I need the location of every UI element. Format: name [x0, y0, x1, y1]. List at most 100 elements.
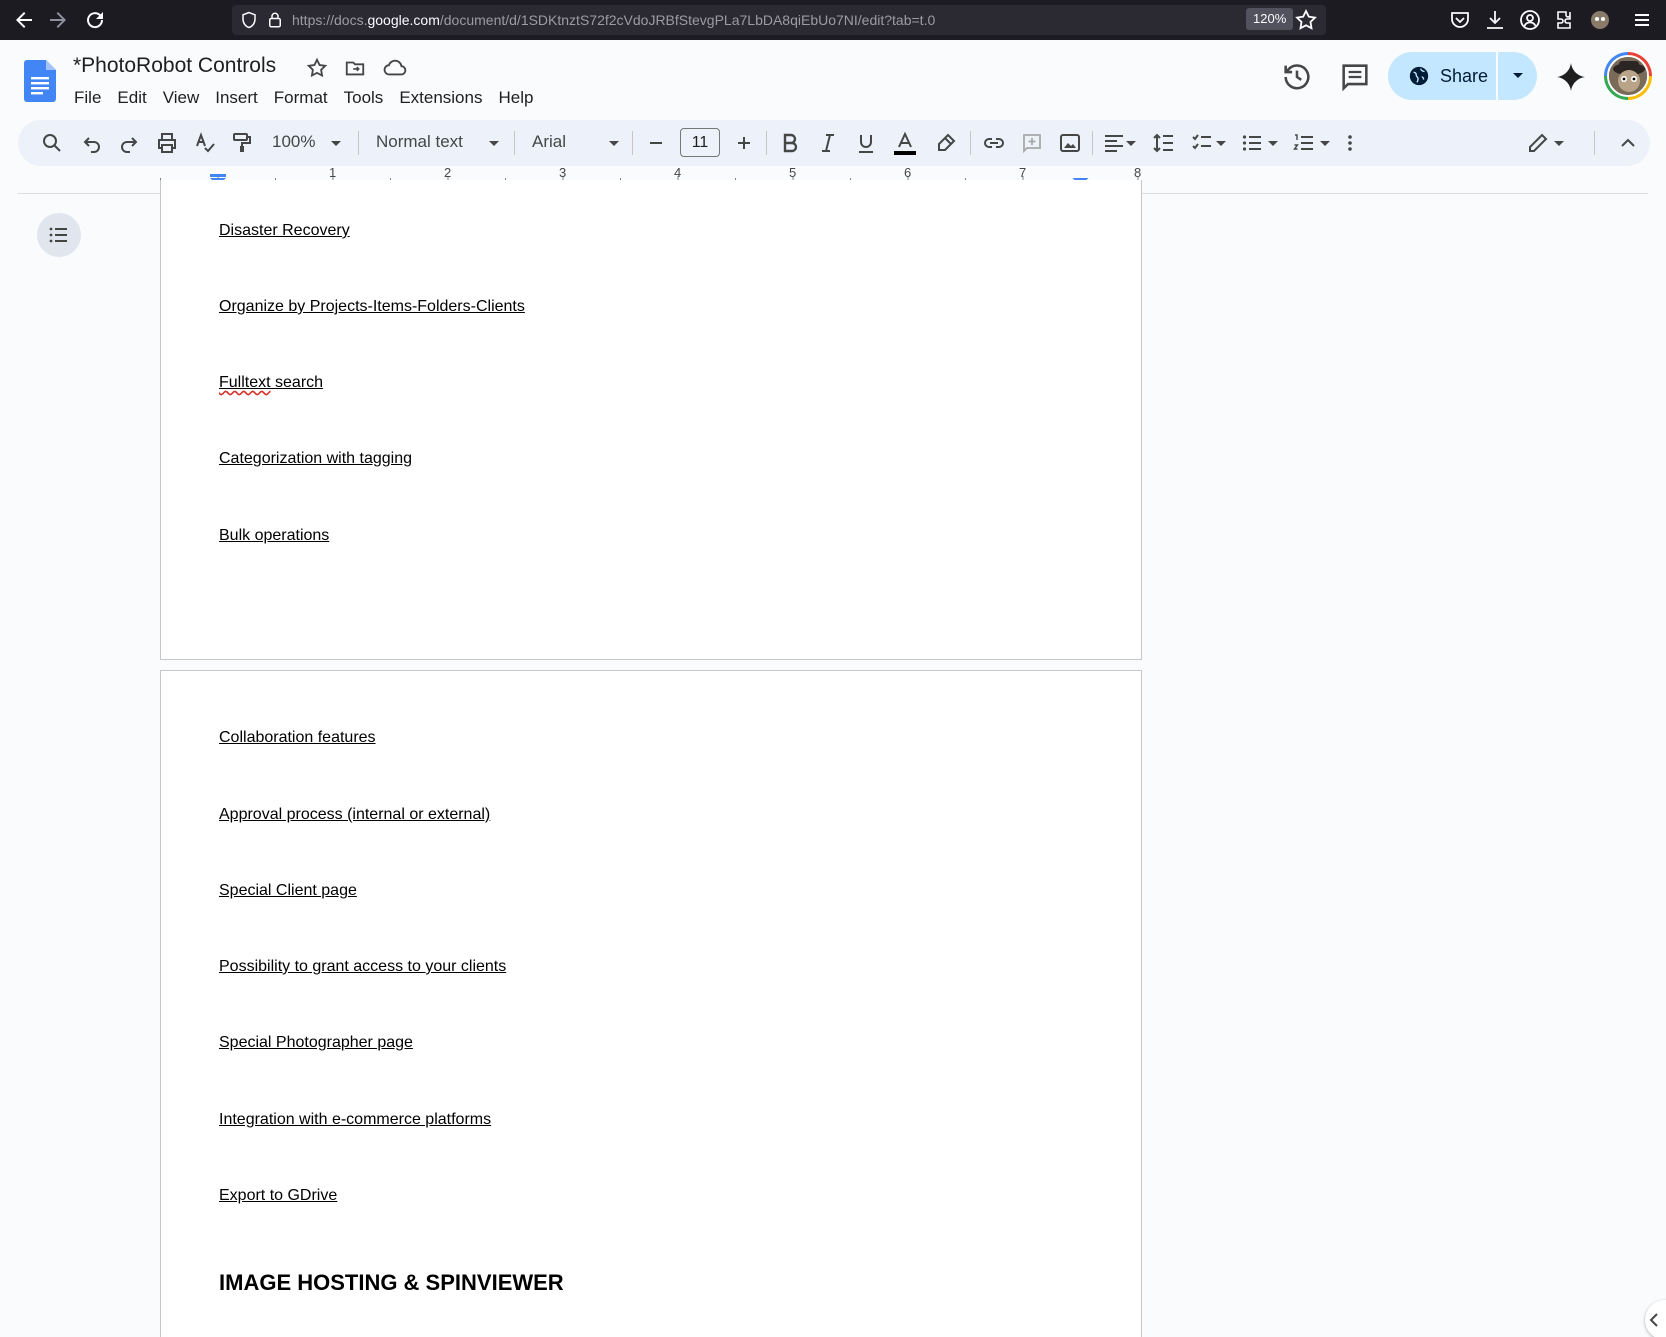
italic-icon[interactable]	[816, 131, 840, 155]
doc-line-organize[interactable]: Organize by Projects-Items-Folders-Clien…	[219, 298, 525, 316]
text-color-icon[interactable]	[892, 131, 918, 155]
highlight-color-icon[interactable]	[934, 131, 958, 155]
checklist-caret-icon[interactable]	[1214, 131, 1228, 155]
checklist-icon[interactable]	[1190, 131, 1214, 155]
shield-icon[interactable]	[240, 11, 258, 34]
insert-link-icon[interactable]	[982, 131, 1006, 155]
bulleted-list-icon[interactable]	[1240, 131, 1264, 155]
doc-line-bulk-operations[interactable]: Bulk operations	[219, 527, 329, 545]
toolbar-divider	[1092, 131, 1093, 155]
browser-toolbar: https://docs.google.com/document/d/1SDKt…	[0, 0, 1666, 40]
numbered-caret-icon[interactable]	[1318, 131, 1332, 155]
toolbar-divider	[514, 131, 515, 155]
share-button[interactable]: Share	[1388, 52, 1496, 100]
paragraph-style-select[interactable]: Normal text	[376, 132, 463, 152]
underline-icon[interactable]	[854, 131, 878, 155]
caret-down-icon	[1513, 73, 1523, 78]
back-icon[interactable]	[12, 8, 36, 32]
increase-font-size-icon[interactable]	[734, 131, 754, 155]
zoom-level-badge[interactable]: 120%	[1246, 8, 1294, 30]
doc-line-export-gdrive[interactable]: Export to GDrive	[219, 1187, 337, 1205]
pocket-icon[interactable]	[1448, 8, 1472, 32]
editing-mode-caret-icon[interactable]	[1552, 131, 1566, 155]
ruler-label: 8	[1134, 166, 1141, 180]
doc-line-ecommerce[interactable]: Integration with e-commerce platforms	[219, 1111, 491, 1129]
more-options-icon[interactable]	[1342, 131, 1358, 155]
ruler-label: 2	[444, 166, 451, 180]
menu-icon[interactable]	[1630, 8, 1654, 32]
version-history-icon[interactable]	[1280, 60, 1314, 94]
font-family-select[interactable]: Arial	[532, 132, 566, 152]
url-bar[interactable]: https://docs.google.com/document/d/1SDKt…	[232, 5, 1326, 35]
user-avatar[interactable]	[1604, 52, 1652, 100]
decrease-font-size-icon[interactable]	[646, 131, 666, 155]
side-panel-toggle[interactable]	[1645, 1300, 1666, 1337]
menu-help[interactable]: Help	[490, 84, 541, 112]
lock-icon[interactable]	[266, 11, 284, 34]
misspelled-word[interactable]: Fulltext	[219, 374, 271, 391]
first-line-indent-marker	[210, 174, 226, 177]
spellcheck-icon[interactable]	[193, 131, 217, 155]
menu-view[interactable]: View	[155, 84, 208, 112]
bookmark-star-icon[interactable]	[1294, 8, 1318, 32]
menu-tools[interactable]: Tools	[336, 84, 392, 112]
doc-line-categorization[interactable]: Categorization with tagging	[219, 450, 412, 468]
doc-line-grant-access[interactable]: Possibility to grant access to your clie…	[219, 958, 506, 976]
redo-icon[interactable]	[117, 131, 141, 155]
reload-icon[interactable]	[83, 8, 107, 32]
zoom-select[interactable]: 100%	[272, 132, 315, 152]
paint-format-icon[interactable]	[230, 131, 254, 155]
insert-image-icon[interactable]	[1058, 131, 1082, 155]
toolbar-divider	[632, 131, 633, 155]
align-caret-icon[interactable]	[1124, 131, 1138, 155]
ruler-label: 4	[674, 166, 681, 180]
add-comment-icon[interactable]	[1020, 131, 1044, 155]
font-size-input[interactable]: 11	[680, 128, 720, 157]
doc-heading-image-hosting[interactable]: IMAGE HOSTING & SPINVIEWER	[219, 1270, 564, 1296]
document-title[interactable]: *PhotoRobot Controls	[73, 54, 276, 78]
doc-line-approval[interactable]: Approval process (internal or external)	[219, 806, 490, 824]
share-dropdown-button[interactable]	[1500, 52, 1537, 100]
download-icon[interactable]	[1483, 8, 1507, 32]
line-spacing-icon[interactable]	[1152, 131, 1176, 155]
numbered-list-icon[interactable]	[1292, 131, 1316, 155]
account-icon[interactable]	[1518, 8, 1542, 32]
menu-insert[interactable]: Insert	[207, 84, 266, 112]
menu-edit[interactable]: Edit	[109, 84, 154, 112]
doc-line-disaster-recovery[interactable]: Disaster Recovery	[219, 222, 350, 240]
toolbar-divider	[970, 131, 971, 155]
document-page[interactable]: Collaboration features Approval process …	[160, 670, 1142, 1337]
hide-menus-chevron-up-icon[interactable]	[1616, 131, 1640, 155]
font-caret-icon[interactable]	[606, 131, 622, 155]
docs-logo-icon[interactable]	[24, 60, 56, 102]
doc-line-collaboration[interactable]: Collaboration features	[219, 729, 376, 747]
cloud-saved-icon[interactable]	[383, 57, 407, 79]
search-menus-icon[interactable]	[40, 131, 64, 155]
doc-line-fulltext-search[interactable]: Fulltext search	[219, 374, 323, 392]
url-text: https://docs.google.com/document/d/1SDKt…	[292, 12, 936, 28]
bullet-caret-icon[interactable]	[1266, 131, 1280, 155]
zoom-caret-icon[interactable]	[328, 131, 344, 155]
menu-file[interactable]: File	[66, 84, 109, 112]
share-label: Share	[1440, 65, 1489, 86]
document-page[interactable]: Disaster Recovery Organize by Projects-I…	[160, 180, 1142, 660]
gemini-sparkle-icon[interactable]	[1554, 60, 1588, 94]
move-folder-icon[interactable]	[344, 57, 366, 79]
doc-line-client-page[interactable]: Special Client page	[219, 882, 357, 900]
align-left-icon[interactable]	[1102, 131, 1126, 155]
extensions-icon[interactable]	[1553, 8, 1577, 32]
toolbar-divider	[358, 131, 359, 155]
menu-extensions[interactable]: Extensions	[391, 84, 490, 112]
comments-icon[interactable]	[1338, 60, 1372, 94]
print-icon[interactable]	[155, 131, 179, 155]
style-caret-icon[interactable]	[486, 131, 502, 155]
editing-mode-icon[interactable]	[1526, 131, 1550, 155]
profile-icon[interactable]	[1588, 8, 1612, 32]
star-icon[interactable]	[306, 57, 328, 79]
bold-icon[interactable]	[778, 131, 802, 155]
undo-icon[interactable]	[80, 131, 104, 155]
doc-line-photographer-page[interactable]: Special Photographer page	[219, 1034, 413, 1052]
document-outline-button[interactable]	[37, 213, 81, 257]
menu-format[interactable]: Format	[266, 84, 336, 112]
forward-icon[interactable]	[46, 8, 70, 32]
